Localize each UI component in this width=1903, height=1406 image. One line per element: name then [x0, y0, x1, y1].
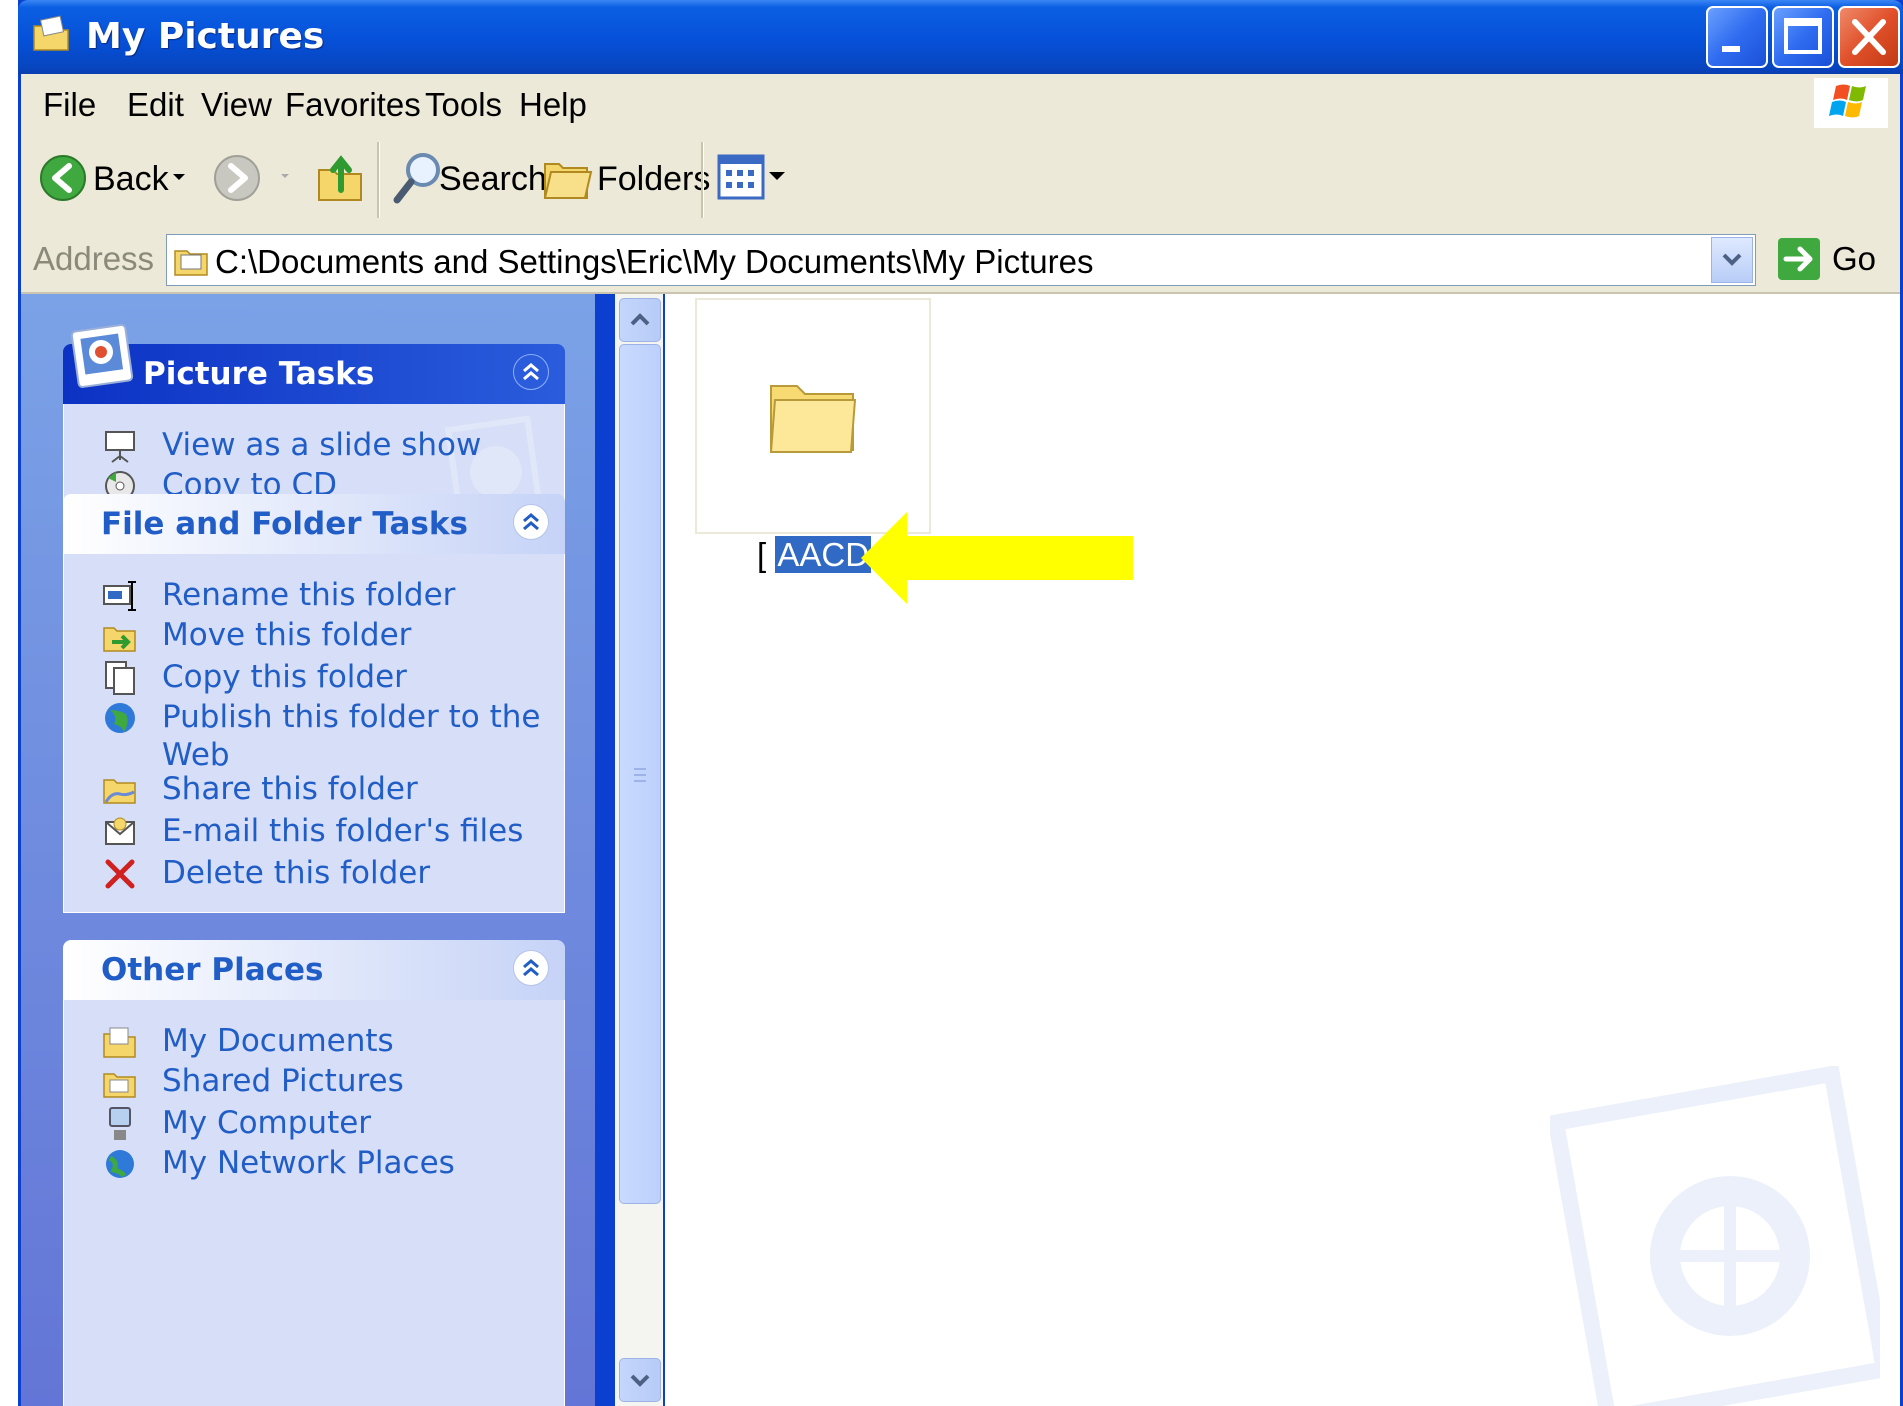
forward-dropdown-icon[interactable] — [279, 172, 291, 182]
scroll-up-button[interactable] — [619, 298, 661, 342]
my-documents-icon — [103, 1027, 136, 1058]
task-pane-scrollbar[interactable] — [615, 294, 663, 1406]
address-path: C:\Documents and Settings\Eric\My Docume… — [215, 243, 1094, 280]
menu-help[interactable]: Help — [519, 86, 587, 124]
double-chevron-up-icon — [523, 959, 539, 977]
address-dropdown-button[interactable] — [1711, 237, 1753, 283]
double-chevron-up-icon — [523, 513, 539, 531]
chevron-up-icon — [630, 313, 650, 326]
back-arrow-icon[interactable] — [39, 154, 87, 202]
move-icon — [103, 627, 136, 652]
shared-pictures-icon — [103, 1073, 136, 1098]
close-button[interactable] — [1838, 6, 1900, 68]
share-icon — [103, 779, 136, 804]
file-folder-tasks-body: Rename this folder Move this folder Copy… — [63, 554, 565, 913]
menu-bar: File Edit View Favorites Tools Help — [21, 74, 1900, 133]
rename-bracket-left: [ — [757, 536, 776, 573]
other-places-panel: Other Places My Documents Shared Picture… — [63, 940, 565, 1406]
address-input[interactable]: C:\Documents and Settings\Eric\My Docume… — [166, 234, 1756, 286]
projector-icon — [105, 431, 135, 463]
grip-icon — [634, 768, 646, 782]
copy-icon — [105, 661, 135, 695]
task-rename-folder[interactable]: Rename this folder — [162, 576, 542, 614]
task-email-files[interactable]: E-mail this folder's files — [162, 812, 542, 850]
place-my-network-places[interactable]: My Network Places — [162, 1144, 542, 1182]
standard-toolbar: Back Search Folders — [21, 132, 1900, 229]
go-arrow-icon — [1778, 238, 1820, 280]
file-folder-tasks-panel: File and Folder Tasks Rename this folder… — [63, 494, 565, 913]
double-chevron-up-icon — [523, 363, 539, 381]
watermark-pictures-icon — [1550, 1066, 1880, 1406]
task-view-slideshow[interactable]: View as a slide show — [162, 426, 542, 464]
task-move-folder[interactable]: Move this folder — [162, 616, 542, 654]
search-icon[interactable] — [391, 150, 445, 206]
menu-tools[interactable]: Tools — [425, 86, 502, 124]
picture-tasks-collapse-button[interactable] — [513, 354, 549, 390]
scroll-down-button[interactable] — [619, 1358, 661, 1402]
minimize-button[interactable] — [1706, 6, 1768, 68]
toolbar-separator — [377, 142, 380, 218]
window-title: My Pictures — [86, 16, 325, 57]
rename-icon — [103, 581, 136, 611]
back-dropdown-icon[interactable] — [171, 172, 187, 184]
picture-tasks-title: Picture Tasks — [143, 356, 375, 392]
chevron-down-icon — [1722, 253, 1742, 266]
windows-logo-icon — [1814, 78, 1888, 128]
place-shared-pictures[interactable]: Shared Pictures — [162, 1062, 542, 1100]
menu-edit[interactable]: Edit — [127, 86, 184, 124]
search-button[interactable]: Search — [439, 160, 547, 199]
globe-icon — [105, 703, 135, 733]
folders-icon[interactable] — [543, 154, 595, 202]
delete-icon — [105, 859, 135, 889]
task-publish-web[interactable]: Publish this folder to the Web — [162, 698, 542, 774]
up-folder-icon[interactable] — [315, 150, 365, 204]
views-icon[interactable] — [717, 154, 793, 200]
task-delete-folder[interactable]: Delete this folder — [162, 854, 542, 892]
menu-view[interactable]: View — [201, 86, 272, 124]
other-places-collapse-button[interactable] — [513, 950, 549, 986]
back-button[interactable]: Back — [93, 160, 169, 199]
chevron-down-icon — [630, 1374, 650, 1387]
file-folder-tasks-title: File and Folder Tasks — [101, 506, 468, 542]
close-icon — [1852, 19, 1886, 55]
toolbar-separator — [701, 142, 704, 218]
menu-favorites[interactable]: Favorites — [285, 86, 421, 124]
go-label: Go — [1832, 240, 1877, 277]
task-pane: Picture Tasks View as a slide show Copy … — [21, 294, 595, 1406]
picture-tasks-header[interactable]: Picture Tasks — [63, 324, 565, 404]
address-label: Address — [33, 240, 155, 277]
explorer-window: My Pictures File Edit View Favorites Too… — [18, 0, 1903, 1406]
title-bar[interactable]: My Pictures — [18, 0, 1903, 74]
place-my-documents[interactable]: My Documents — [162, 1022, 542, 1060]
file-folder-tasks-header[interactable]: File and Folder Tasks — [63, 494, 565, 554]
yellow-callout-arrow-icon — [861, 512, 1133, 604]
folders-button[interactable]: Folders — [597, 160, 710, 199]
email-icon — [105, 817, 135, 845]
scroll-thumb[interactable] — [619, 344, 661, 1204]
network-places-icon — [106, 1150, 134, 1178]
maximize-icon — [1784, 18, 1822, 54]
address-bar: Address C:\Documents and Settings\Eric\M… — [21, 228, 1900, 294]
picture-tasks-icon — [70, 324, 134, 388]
go-button[interactable]: Go — [1776, 236, 1886, 284]
minimize-icon — [1722, 46, 1740, 52]
place-my-computer[interactable]: My Computer — [162, 1104, 542, 1142]
forward-arrow-icon[interactable] — [213, 154, 261, 202]
folder-icon — [769, 385, 857, 453]
file-folder-tasks-collapse-button[interactable] — [513, 504, 549, 540]
maximize-button[interactable] — [1772, 6, 1834, 68]
folder-name-text[interactable]: AACD — [775, 536, 872, 573]
menu-file[interactable]: File — [43, 86, 96, 124]
folder-view[interactable]: [ AACD ] — [665, 294, 1900, 1406]
other-places-title: Other Places — [101, 952, 324, 988]
task-share-folder[interactable]: Share this folder — [162, 770, 542, 808]
task-copy-folder[interactable]: Copy this folder — [162, 658, 542, 696]
other-places-header[interactable]: Other Places — [63, 940, 565, 1000]
my-pictures-folder-icon — [174, 250, 208, 276]
folder-thumbnail[interactable] — [695, 298, 931, 534]
other-places-body: My Documents Shared Pictures My Computer… — [63, 1000, 565, 1406]
my-computer-icon — [109, 1107, 131, 1140]
folder-pictures-icon — [33, 15, 69, 51]
